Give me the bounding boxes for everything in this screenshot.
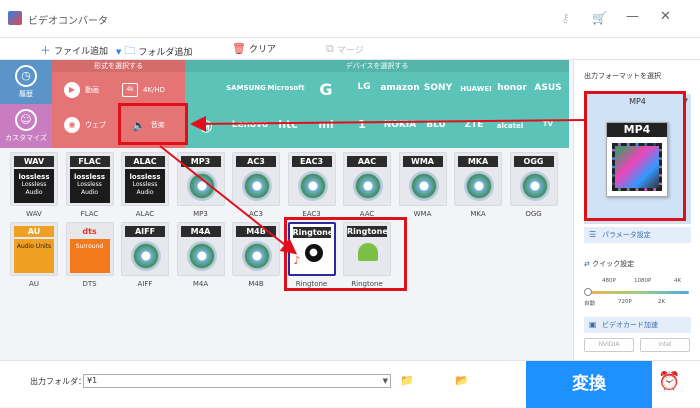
annotation-arrows (159, 115, 585, 255)
arrow-output-to-music (190, 115, 585, 132)
arrow-music-to-ringtone (159, 145, 298, 255)
